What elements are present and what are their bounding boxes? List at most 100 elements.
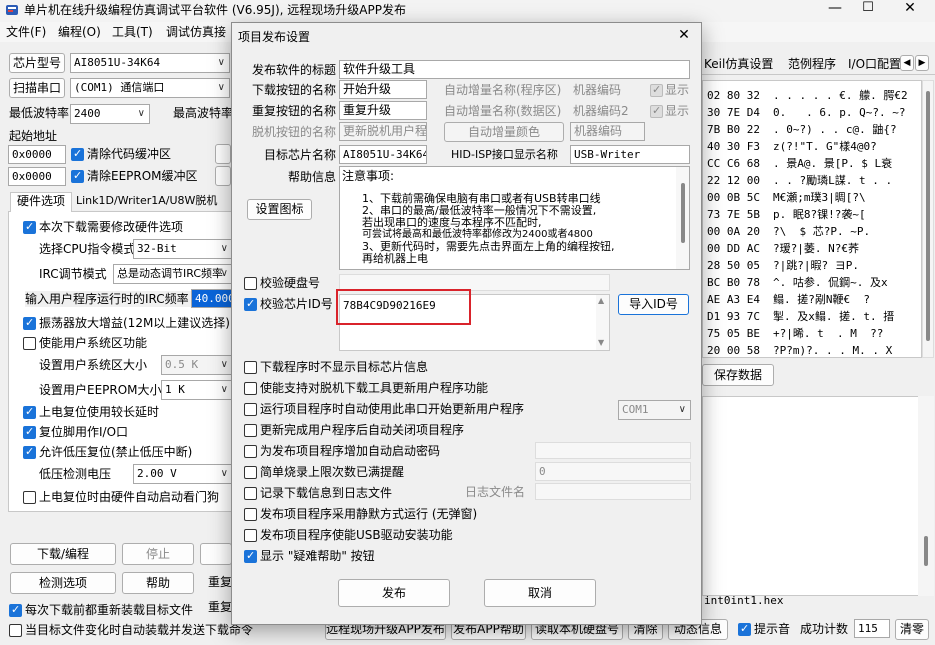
stop-button[interactable]: 停止	[122, 543, 194, 565]
reset-io-checkbox[interactable]	[23, 425, 36, 439]
clear-code-label: 清除代码缓冲区	[87, 147, 172, 161]
help-scroll-thumb[interactable]	[681, 183, 685, 243]
sys-area-checkbox[interactable]	[23, 337, 36, 350]
side-button-1[interactable]	[215, 144, 231, 164]
menu-file[interactable]: 文件(F)	[6, 24, 46, 40]
show-data-checkbox[interactable]	[650, 104, 663, 118]
clear-code-checkbox[interactable]	[71, 147, 84, 161]
option-checkbox-3[interactable]	[244, 424, 257, 437]
menu-tools[interactable]: 工具(T)	[112, 24, 153, 40]
publish-button[interactable]: 发布	[338, 579, 450, 607]
target-chip-label: 目标芯片名称	[264, 148, 337, 162]
tab-link1d[interactable]: Link1D/Writer1A/U8W脱机	[76, 193, 217, 209]
hex-ascii: ?\ $ 芯?P. ~P.	[773, 225, 871, 238]
hex-bytes: 02 80 32	[707, 89, 760, 102]
auto-inc-color-button[interactable]: 自动增量颜色	[444, 122, 564, 142]
tab-hardware-options[interactable]: 硬件选项	[10, 192, 73, 213]
cancel-button[interactable]: 取消	[484, 579, 596, 607]
log-panel[interactable]	[702, 396, 934, 596]
option-label-1: 使能支持对脱机下载工具更新用户程序功能	[260, 381, 489, 395]
chip-id-scrollbar[interactable]: ▲ ▼	[596, 295, 609, 350]
reset-count-button[interactable]: 清零	[895, 619, 929, 640]
long-delay-checkbox[interactable]	[23, 405, 36, 419]
verify-chipid-checkbox[interactable]	[244, 297, 257, 311]
chip-id-scroll-up[interactable]: ▲	[598, 293, 604, 309]
tab-scroll-right[interactable]: ▶	[915, 55, 929, 71]
hex-view[interactable]: 02 80 32 . . . . . €. 艨. 腭€2 30 7E D4 0. . …	[702, 80, 922, 358]
beep-checkbox[interactable]	[738, 622, 751, 636]
chip-id-list[interactable]: 78B4C9D90216E9 ▲ ▼	[336, 289, 610, 351]
hex-scrollbar[interactable]	[922, 80, 934, 358]
min-baud-select[interactable]: 2400	[70, 104, 150, 124]
help-button[interactable]: 帮助	[122, 572, 194, 594]
option-checkbox-5[interactable]	[244, 466, 257, 479]
clear-eeprom-checkbox[interactable]	[71, 169, 84, 183]
offline-btn-name-input[interactable]: 更新脱机用户程	[339, 122, 427, 141]
log-name-field[interactable]	[535, 483, 691, 500]
close-window-button[interactable]: ✕	[895, 0, 925, 16]
repeat-btn-name-input[interactable]: 重复升级	[339, 101, 427, 120]
verify-disk-checkbox[interactable]	[244, 277, 257, 290]
help-scrollbar[interactable]	[676, 167, 689, 269]
scan-port-button[interactable]: 扫描串口	[9, 78, 65, 98]
option-checkbox-6[interactable]	[244, 487, 257, 500]
import-id-button[interactable]: 导入ID号	[618, 294, 689, 315]
option-checkbox-1[interactable]	[244, 382, 257, 395]
low-volt-label: 允许低压复位(禁止低压中断)	[39, 445, 193, 459]
chip-model-select[interactable]: AI8051U-34K64	[70, 53, 230, 73]
irc-freq-input[interactable]: 40.000	[191, 289, 233, 308]
tab-io-config[interactable]: I/O口配置	[848, 56, 901, 72]
cpu-mode-select[interactable]: 32-Bit	[133, 239, 233, 259]
reload-change-checkbox[interactable]	[9, 624, 22, 637]
download-btn-name-input[interactable]: 开始升级	[339, 80, 427, 99]
side-button-2[interactable]	[215, 166, 231, 186]
modify-hw-checkbox[interactable]	[23, 220, 36, 234]
sys-area-size-select[interactable]: 0.5 K	[161, 355, 233, 375]
log-scroll-thumb[interactable]	[924, 536, 928, 566]
option-checkbox-7[interactable]	[244, 508, 257, 521]
chip-id-scroll-down[interactable]: ▼	[598, 335, 604, 351]
tab-examples[interactable]: 范例程序	[788, 56, 836, 72]
option-checkbox-2[interactable]	[244, 403, 257, 416]
hid-name-input[interactable]: USB-Writer	[570, 145, 690, 164]
show-prog-checkbox[interactable]	[650, 83, 663, 97]
option-checkbox-4[interactable]	[244, 445, 257, 458]
amp-checkbox[interactable]	[23, 316, 36, 330]
log-scrollbar[interactable]	[918, 396, 934, 596]
menu-program[interactable]: 编程(O)	[58, 24, 101, 40]
help-textarea[interactable]: 注意事项: 1、下载前需确保电脑有串口或者有USB转串口线 2、串口的最高/最低…	[339, 166, 690, 270]
set-icon-button[interactable]: 设置图标	[247, 199, 312, 220]
option-checkbox-9[interactable]	[244, 549, 257, 563]
port-select[interactable]: (COM1) 通信端口	[70, 78, 230, 98]
check-options-button[interactable]: 检测选项	[10, 572, 116, 594]
maximize-button[interactable]: ☐	[853, 0, 883, 16]
stub-button[interactable]	[200, 543, 232, 565]
watchdog-checkbox[interactable]	[23, 491, 36, 504]
hex-ascii: +?|晞. t . M ??	[773, 327, 884, 340]
eeprom-addr-input[interactable]: 0x0000	[8, 167, 66, 186]
dialog-close-icon[interactable]: ✕	[674, 27, 694, 43]
count-field[interactable]: 0	[535, 462, 691, 481]
minimize-button[interactable]: —	[820, 0, 850, 16]
hex-scroll-thumb[interactable]	[926, 91, 930, 341]
eeprom-size-select[interactable]: 1 K	[161, 380, 233, 400]
low-volt-checkbox[interactable]	[23, 445, 36, 459]
help-line-6: 再给机器上电	[362, 252, 428, 265]
com-select[interactable]: COM1	[618, 400, 691, 420]
target-chip-input[interactable]: AI8051U-34K64	[339, 145, 427, 164]
code-addr-input[interactable]: 0x0000	[8, 145, 66, 164]
password-field[interactable]	[535, 442, 691, 459]
machine-code3-input[interactable]: 机器编码	[570, 122, 645, 141]
option-checkbox-0[interactable]	[244, 361, 257, 374]
publish-title-input[interactable]: 软件升级工具	[339, 60, 690, 79]
low-volt-select[interactable]: 2.00 V	[133, 464, 233, 484]
irc-mode-select[interactable]: 总是动态调节IRC频率	[113, 264, 233, 284]
long-delay-label: 上电复位使用较长延时	[39, 405, 160, 419]
menu-debug[interactable]: 调试仿真接	[166, 24, 226, 40]
save-data-button[interactable]: 保存数据	[702, 364, 774, 386]
download-button[interactable]: 下载/编程	[10, 543, 116, 565]
tab-scroll-left[interactable]: ◀	[900, 55, 914, 71]
tab-keil-sim[interactable]: Keil仿真设置	[704, 56, 773, 72]
option-checkbox-8[interactable]	[244, 529, 257, 542]
reload-each-checkbox[interactable]	[9, 603, 22, 617]
